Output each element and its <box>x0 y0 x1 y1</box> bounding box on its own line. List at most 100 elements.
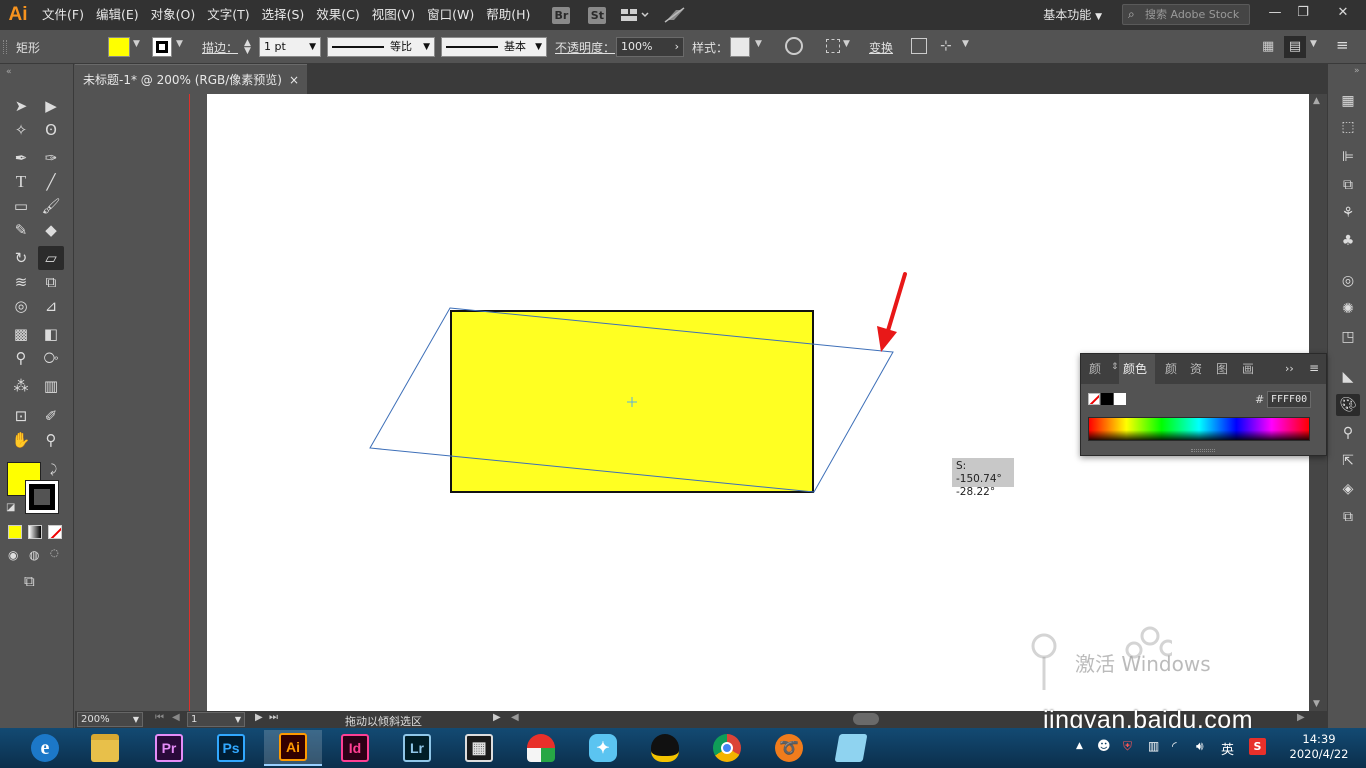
shaper-tool-icon[interactable]: ✎ <box>8 218 34 242</box>
gradient-mode-icon[interactable] <box>28 525 42 539</box>
chevron-down-icon[interactable]: ▼ <box>962 39 969 49</box>
horizontal-scroll-thumb[interactable] <box>853 713 879 725</box>
scroll-down-icon[interactable]: ▼ <box>1313 699 1320 709</box>
taskbar-illustrator[interactable]: Ai <box>264 730 322 766</box>
menu-type[interactable]: 文字(T) <box>201 0 255 30</box>
magic-wand-icon[interactable]: ✧ <box>8 118 34 142</box>
first-artboard-icon[interactable]: ⏮ <box>155 712 164 723</box>
color-spectrum[interactable] <box>1088 417 1310 441</box>
taskbar-orange-app[interactable]: ➰ <box>760 730 818 766</box>
graphic-style-swatch[interactable] <box>730 37 750 57</box>
slice-tool-icon[interactable]: ✐ <box>38 404 64 428</box>
selection-tool-icon[interactable]: ➤ <box>8 94 34 118</box>
none-mode-icon[interactable] <box>48 525 62 539</box>
chevron-down-icon[interactable]: ▼ <box>176 39 183 49</box>
zoom-tool-icon[interactable]: ⚲ <box>38 428 64 452</box>
transform-panel-icon[interactable]: ⬚ <box>1336 116 1360 138</box>
last-artboard-icon[interactable]: ⏭ <box>269 712 278 723</box>
layers-icon[interactable]: ◈ <box>1336 478 1360 500</box>
menu-edit[interactable]: 编辑(E) <box>90 0 145 30</box>
stock-button[interactable]: St <box>588 6 607 24</box>
hand-tool-icon[interactable]: ✋ <box>8 428 34 452</box>
status-menu-icon[interactable]: ▶ <box>493 712 501 723</box>
pathfinder-icon[interactable]: ⧉ <box>1336 174 1360 196</box>
eraser-icon[interactable]: ◆ <box>38 218 64 242</box>
tab-brush[interactable]: 画 <box>1242 354 1254 384</box>
close-window-button[interactable]: ✕ <box>1326 2 1360 24</box>
curvature-tool-icon[interactable]: ✑ <box>38 146 64 170</box>
type-tool-icon[interactable]: T <box>8 170 34 194</box>
recolor-artwork-icon[interactable] <box>785 37 803 55</box>
minimize-button[interactable]: — <box>1262 2 1288 24</box>
stroke-swatch[interactable] <box>152 37 172 57</box>
properties-icon[interactable]: ▦ <box>1336 90 1360 112</box>
panel-options-icon[interactable]: ▤ <box>1284 36 1306 58</box>
security-tray-icon[interactable]: ⛨ <box>1123 739 1132 754</box>
collapse-panel-icon[interactable]: « <box>6 67 12 77</box>
assets-icon[interactable]: ◳ <box>1336 326 1360 348</box>
symbols-icon[interactable]: ⚘ <box>1336 202 1360 224</box>
taskbar-indesign[interactable]: Id <box>326 730 384 766</box>
tab-image[interactable]: 图 <box>1216 354 1228 384</box>
arrange-icon[interactable]: ▦ <box>1262 39 1274 54</box>
stroke-stepper-icon[interactable]: ▲ ▼ <box>244 39 251 56</box>
swap-colors-icon[interactable]: ⤸ <box>50 462 57 477</box>
menu-view[interactable]: 视图(V) <box>366 0 421 30</box>
variable-width-profile[interactable]: 等比 ▼ <box>327 37 435 57</box>
fill-swatch[interactable] <box>108 37 130 57</box>
draw-behind-icon[interactable]: ◍ <box>29 548 39 562</box>
volume-icon[interactable]: 🔊︎ <box>1196 739 1204 754</box>
puppet-warp-icon[interactable]: ⊹ <box>940 38 952 54</box>
rectangle-tool-icon[interactable]: ▭ <box>8 194 34 218</box>
stroke-weight-field[interactable]: 1 pt ▼ <box>259 37 321 57</box>
chevron-down-icon[interactable]: ▼ <box>1310 39 1317 49</box>
prev-artboard-icon[interactable]: ◀ <box>172 712 180 723</box>
wifi-icon[interactable]: ◜ <box>1172 739 1177 753</box>
gpu-performance-icon[interactable] <box>664 6 686 24</box>
tab-color-guide[interactable]: 颜 <box>1165 354 1177 384</box>
shape-builder-icon[interactable]: ◎ <box>8 294 34 318</box>
stroke-label[interactable]: 描边： <box>202 39 238 56</box>
align-panel-icon[interactable]: ⊫ <box>1336 146 1360 168</box>
color-guide-icon[interactable]: ⚲ <box>1336 422 1360 444</box>
tab-color[interactable]: 颜色 <box>1119 354 1155 384</box>
blend-tool-icon[interactable]: ⧂ <box>38 346 64 370</box>
taskbar-lightroom[interactable]: Lr <box>388 730 446 766</box>
lasso-icon[interactable]: ʘ <box>38 118 64 142</box>
tab-assets[interactable]: 资 <box>1190 354 1202 384</box>
scroll-up-icon[interactable]: ▲ <box>1313 96 1320 106</box>
taskbar-chrome[interactable] <box>698 730 756 766</box>
chevron-updown-icon[interactable]: ⇕ <box>1111 362 1119 372</box>
align-to-icon[interactable] <box>826 39 840 53</box>
line-tool-icon[interactable]: ╱ <box>38 170 64 194</box>
artboards-panel-icon[interactable]: ⧉ <box>1336 506 1360 528</box>
workspace-switcher[interactable]: 基本功能 ▼ <box>1043 5 1102 25</box>
clock[interactable]: 14:39 2020/4/22 <box>1284 732 1354 762</box>
qq-tray-icon[interactable]: ☻ <box>1097 739 1111 754</box>
menu-help[interactable]: 帮助(H) <box>480 0 536 30</box>
draw-inside-icon[interactable]: ◌ <box>50 548 59 559</box>
hex-color-field[interactable]: FFFF00 <box>1267 391 1311 408</box>
arrange-documents-icon[interactable] <box>620 7 650 23</box>
gradient-panel-icon[interactable]: ◣ <box>1336 366 1360 388</box>
taskbar-video-editor[interactable]: ▦ <box>450 730 508 766</box>
chevron-down-icon[interactable]: ▼ <box>133 39 140 49</box>
screen-mode-icon[interactable]: ⧉ <box>24 572 35 590</box>
more-tabs-icon[interactable]: ›› <box>1285 362 1294 375</box>
eyedropper-icon[interactable]: ⚲ <box>8 346 34 370</box>
menu-object[interactable]: 对象(O) <box>145 0 202 30</box>
grip-handle[interactable] <box>3 40 7 54</box>
menu-window[interactable]: 窗口(W) <box>421 0 480 30</box>
tab-color-a[interactable]: 颜 <box>1089 354 1101 384</box>
artboard-number-field[interactable]: 1 ▼ <box>187 712 245 727</box>
shear-tool-icon[interactable]: ▱ <box>38 246 64 270</box>
scroll-right-icon[interactable]: ▶ <box>1297 712 1305 723</box>
paintbrush-icon[interactable]: 🖌︎ <box>38 194 64 218</box>
stock-search-input[interactable]: ⌕ 搜索 Adobe Stock <box>1122 4 1250 25</box>
draw-normal-icon[interactable]: ◉ <box>8 548 18 562</box>
panel-menu-icon[interactable]: ≡ <box>1309 361 1319 375</box>
color-mode-icon[interactable] <box>8 525 22 539</box>
scroll-left-icon[interactable]: ◀ <box>511 712 519 723</box>
opacity-field[interactable]: 100% › <box>616 37 684 57</box>
menu-effect[interactable]: 效果(C) <box>310 0 365 30</box>
